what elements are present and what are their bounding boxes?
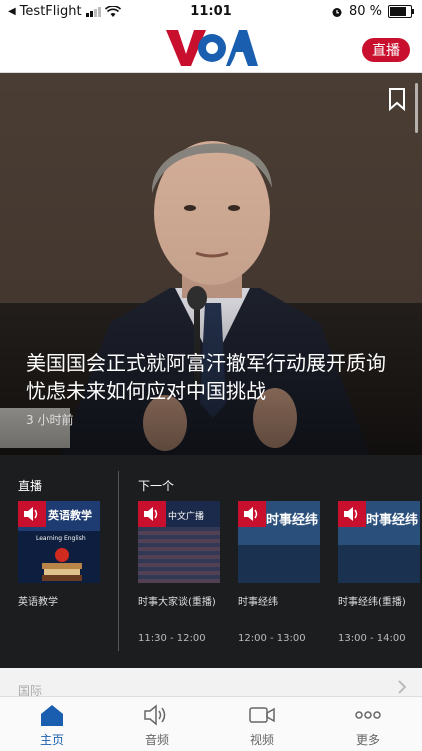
world-map-band (338, 545, 420, 583)
chevron-right-icon (398, 680, 406, 694)
card-image-caption: 英语教学 (48, 509, 92, 522)
home-icon (41, 705, 63, 726)
panel-divider (118, 471, 119, 651)
more-icon (355, 711, 381, 719)
speaker-icon (338, 501, 366, 527)
speaker-icon (238, 501, 266, 527)
tab-audio[interactable]: 音频 (117, 703, 197, 748)
live-program-card[interactable]: 英语教学 Learning English (18, 501, 100, 583)
live-program-title[interactable]: 英语教学 (18, 593, 58, 608)
up-next-title[interactable]: 时事经纬 (238, 593, 278, 608)
up-next-card[interactable]: 时事经纬 (338, 501, 420, 583)
live-schedule-panel: 直播 下一个 英语教学 Learning English 英语教学 中文广播 时… (0, 455, 422, 668)
battery-icon (388, 5, 414, 18)
tab-label: 更多 (355, 733, 380, 747)
tab-home[interactable]: 主页 (12, 703, 92, 748)
card-image-caption: 时事经纬 (266, 513, 319, 528)
books-illustration (42, 548, 82, 581)
up-next-title[interactable]: 时事大家谈(重播) (138, 593, 216, 608)
card-image-caption: 时事经纬 (366, 513, 419, 528)
hero-article[interactable]: 美国国会正式就阿富汗撤军行动展开质询 忧虑未来如何应对中国挑战 3 小时前 (0, 73, 422, 455)
hero-timestamp: 3 小时前 (26, 413, 74, 427)
section-row-international[interactable]: 国际 (0, 668, 422, 698)
speaker-icon (18, 501, 46, 527)
card-image-subcaption: Learning English (36, 535, 86, 542)
tab-label: 主页 (39, 733, 64, 747)
tab-more[interactable]: 更多 (328, 703, 408, 748)
hero-headline[interactable]: 美国国会正式就阿富汗撤军行动展开质询 忧虑未来如何应对中国挑战 (26, 349, 406, 405)
world-map-band (238, 545, 320, 583)
up-next-time: 12:00 - 13:00 (238, 633, 306, 644)
tab-label: 视频 (249, 733, 274, 747)
up-next-card[interactable]: 中文广播 (138, 501, 220, 583)
up-next-card[interactable]: 时事经纬 (238, 501, 320, 583)
live-button[interactable]: 直播 (362, 38, 410, 62)
tab-bar: 主页 音频 视频 更多 (0, 696, 422, 751)
up-next-section-label: 下一个 (138, 479, 175, 493)
scroll-indicator (415, 83, 418, 133)
alarm-icon (332, 7, 342, 17)
tab-video[interactable]: 视频 (222, 703, 302, 748)
audio-icon (144, 704, 166, 726)
app-header: 直播 (0, 24, 422, 73)
live-section-label: 直播 (18, 479, 43, 493)
speaker-icon (138, 501, 166, 527)
up-next-time: 11:30 - 12:00 (138, 633, 206, 644)
tab-label: 音频 (144, 733, 169, 747)
status-bar: ◀ TestFlight 11:01 80 % (0, 0, 422, 24)
flag-pattern (138, 527, 220, 583)
bookmark-icon[interactable] (388, 87, 406, 111)
card-image-caption: 中文广播 (168, 512, 205, 522)
voa-logo (166, 30, 258, 66)
up-next-title[interactable]: 时事经纬(重播) (338, 593, 406, 608)
up-next-time: 13:00 - 14:00 (338, 633, 406, 644)
battery-percent: 80 % (348, 4, 382, 19)
video-icon (249, 707, 275, 723)
